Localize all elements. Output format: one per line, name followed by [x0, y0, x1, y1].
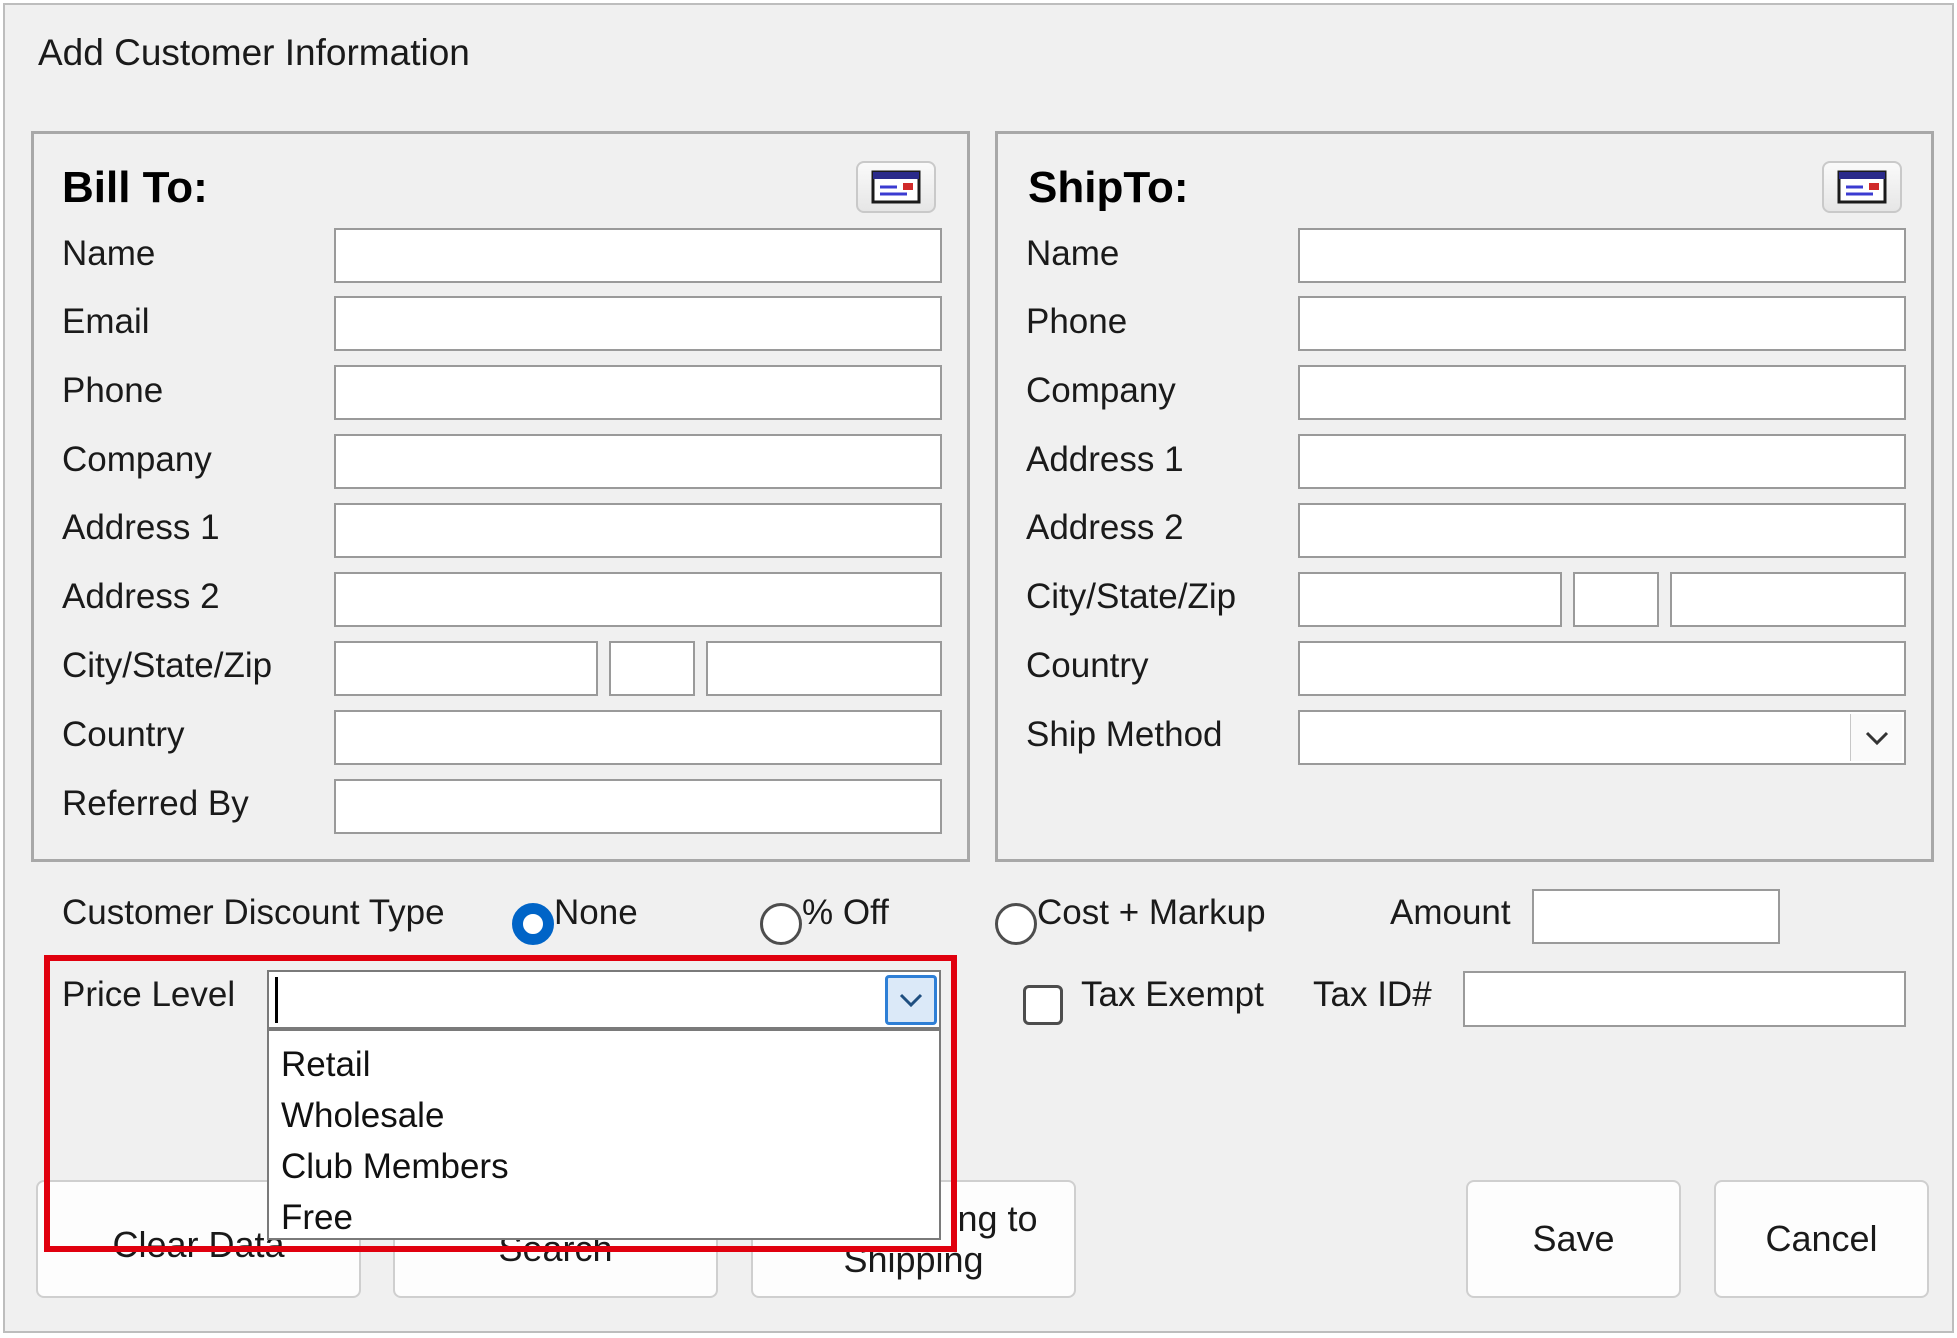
- bill-to-title: Bill To:: [62, 163, 208, 212]
- ship-address2-field[interactable]: [1298, 503, 1906, 558]
- ship-zip-field[interactable]: [1670, 572, 1906, 627]
- ship-country-label: Country: [1026, 646, 1149, 685]
- discount-type-label: Customer Discount Type: [62, 893, 445, 932]
- ship-address1-label: Address 1: [1026, 440, 1184, 479]
- bill-country-field[interactable]: [334, 710, 942, 765]
- bill-address1-field[interactable]: [334, 503, 942, 558]
- ship-address1-field[interactable]: [1298, 434, 1906, 489]
- bill-to-address-card-button[interactable]: [856, 161, 936, 213]
- bill-email-field[interactable]: [334, 296, 942, 351]
- highlight-annotation: [44, 955, 957, 1252]
- ship-name-label: Name: [1026, 234, 1120, 273]
- ship-city-field[interactable]: [1298, 572, 1562, 627]
- ship-method-dropdown-button[interactable]: [1850, 714, 1902, 761]
- discount-percent-off-radio[interactable]: [760, 903, 802, 945]
- ship-company-label: Company: [1026, 371, 1176, 410]
- tax-exempt-checkbox[interactable]: [1023, 985, 1063, 1025]
- bill-country-label: Country: [62, 715, 185, 754]
- ship-city-state-zip-label: City/State/Zip: [1026, 577, 1237, 616]
- bill-city-state-zip-label: City/State/Zip: [62, 646, 273, 685]
- bill-referred-by-label: Referred By: [62, 784, 249, 823]
- bill-email-label: Email: [62, 302, 150, 341]
- discount-cost-markup-label: Cost + Markup: [1037, 893, 1266, 932]
- save-button[interactable]: Save: [1466, 1180, 1681, 1298]
- copy-billing-label-line1: ing to: [949, 1197, 1038, 1239]
- discount-cost-markup-radio[interactable]: [995, 903, 1037, 945]
- ship-state-field[interactable]: [1573, 572, 1659, 627]
- discount-percent-off-label: % Off: [802, 893, 889, 932]
- ship-phone-field[interactable]: [1298, 296, 1906, 351]
- bill-phone-label: Phone: [62, 371, 164, 410]
- amount-label: Amount: [1390, 893, 1511, 932]
- ship-address2-label: Address 2: [1026, 508, 1184, 547]
- ship-method-select[interactable]: [1298, 710, 1906, 765]
- amount-field[interactable]: [1532, 889, 1780, 944]
- bill-address2-field[interactable]: [334, 572, 942, 627]
- bill-city-field[interactable]: [334, 641, 598, 696]
- bill-company-label: Company: [62, 440, 212, 479]
- ship-method-label: Ship Method: [1026, 715, 1223, 754]
- discount-none-label: None: [554, 893, 638, 932]
- ship-country-field[interactable]: [1298, 641, 1906, 696]
- cancel-label: Cancel: [1765, 1218, 1878, 1260]
- bill-zip-field[interactable]: [706, 641, 942, 696]
- bill-address2-label: Address 2: [62, 577, 220, 616]
- bill-name-field[interactable]: [334, 228, 942, 283]
- cancel-button[interactable]: Cancel: [1714, 1180, 1929, 1298]
- address-card-icon: [871, 170, 921, 204]
- discount-none-radio[interactable]: [512, 903, 554, 945]
- tax-id-field[interactable]: [1463, 971, 1906, 1027]
- ship-name-field[interactable]: [1298, 228, 1906, 283]
- ship-to-address-card-button[interactable]: [1822, 161, 1902, 213]
- chevron-down-icon: [1865, 731, 1888, 745]
- address-card-icon: [1837, 170, 1887, 204]
- tax-id-label: Tax ID#: [1313, 975, 1432, 1014]
- bill-phone-field[interactable]: [334, 365, 942, 420]
- tax-exempt-label: Tax Exempt: [1081, 975, 1264, 1014]
- ship-to-title: ShipTo:: [1028, 163, 1189, 212]
- window-title: Add Customer Information: [38, 32, 470, 73]
- bill-referred-by-field[interactable]: [334, 779, 942, 834]
- bill-state-field[interactable]: [609, 641, 695, 696]
- bill-company-field[interactable]: [334, 434, 942, 489]
- ship-phone-label: Phone: [1026, 302, 1128, 341]
- bill-name-label: Name: [62, 234, 156, 273]
- bill-address1-label: Address 1: [62, 508, 220, 547]
- save-label: Save: [1532, 1218, 1615, 1260]
- ship-company-field[interactable]: [1298, 365, 1906, 420]
